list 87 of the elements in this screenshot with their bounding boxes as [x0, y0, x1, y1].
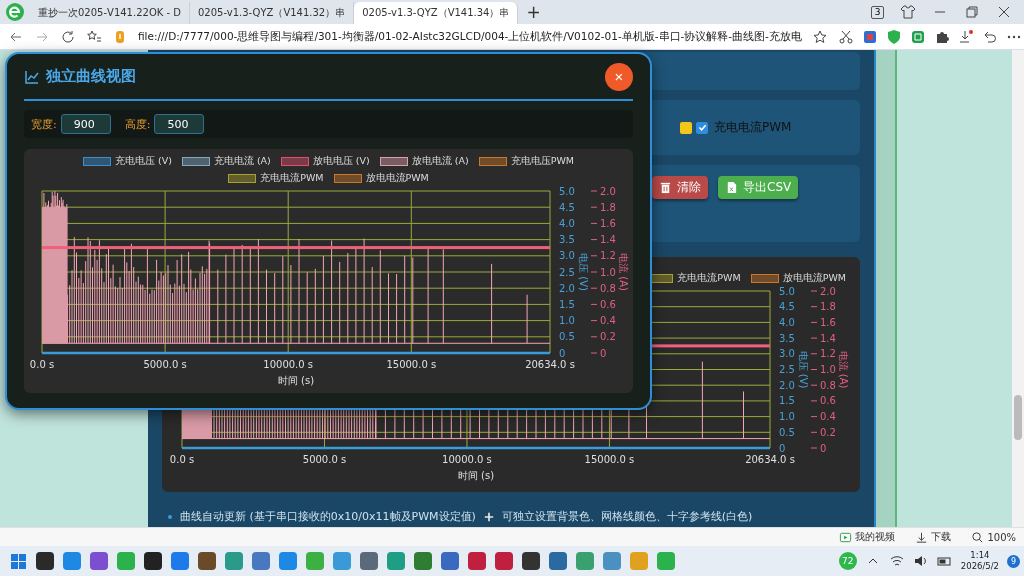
axis-label: 15000.0 s [386, 359, 437, 370]
axis-label: 10000.0 s [442, 454, 492, 465]
status-item[interactable]: 我的视频 [855, 530, 896, 544]
legend-label[interactable]: 放电电压 (V) [312, 155, 370, 168]
axis-label: 0.2 [820, 426, 836, 438]
axis-label: 3.5 [779, 332, 795, 344]
axis-title: 电压 (V) [578, 253, 589, 291]
note-text: 曲线自动更新 (基于串口接收的0x10/0x11帧及PWM设定值) [180, 509, 476, 524]
axis-label: 0.8 [600, 282, 616, 294]
axis-label: 1.6 [600, 217, 616, 229]
status-item[interactable]: 下载 [931, 530, 952, 544]
axis-label: 2.5 [779, 364, 795, 375]
axis-label: 5.0 [559, 185, 575, 197]
axis-label: 0 [600, 347, 607, 359]
clock-date[interactable]: 2026/5/2 [960, 561, 999, 572]
legend-label[interactable]: 充电电流PWM [677, 271, 741, 285]
axis-label: 1.5 [559, 298, 575, 310]
height-label: 高度: [124, 116, 151, 132]
dialog-title: 独立曲线视图 [46, 67, 136, 86]
axis-title: 电流 (A) [838, 350, 849, 389]
clock-time[interactable]: 1:14 [970, 550, 990, 561]
axis-label: 1.0 [779, 411, 795, 423]
status-item[interactable]: 100% [987, 531, 1016, 543]
axis-label: 1.4 [820, 332, 836, 344]
axis-label: 4.0 [779, 316, 795, 328]
axis-label: 5.0 [779, 285, 795, 297]
axis-label: 20634.0 s [745, 454, 795, 465]
legend-label[interactable]: 放电电流PWM [365, 172, 429, 185]
axis-label: 1.8 [820, 301, 836, 313]
axis-label: 1.5 [779, 395, 795, 407]
axis-label: 0.8 [820, 379, 836, 391]
legend-label[interactable]: 充电电流 (A) [213, 155, 271, 168]
axis-label: 20634.0 s [525, 359, 575, 370]
axis-label: 10000.0 s [263, 359, 314, 370]
axis-label: 0.5 [559, 331, 575, 343]
axis-label: 1.6 [820, 316, 836, 328]
axis-label: 0.6 [600, 298, 616, 310]
new-tab-button[interactable]: + [526, 2, 541, 22]
axis-title: 电流 (A) [618, 253, 629, 291]
address-field[interactable]: file:///D:/7777/000-思维导图与编程/301-均衡器/01-02-AIstc32GLCD/004-上位机软件/V0102-01-单机版-串口-协议解释-曲线图-充放电 [138, 29, 802, 44]
axis-label: 0.5 [779, 426, 795, 438]
axis-label: 1.4 [600, 234, 616, 246]
axis-title: 电压 (V) [798, 350, 809, 389]
axis-label: 0.0 s [169, 454, 195, 465]
axis-label: 1.2 [820, 348, 836, 360]
axis-label: 0 [820, 442, 827, 454]
axis-label: 5000.0 s [302, 454, 347, 465]
axis-label: 1.0 [820, 364, 836, 375]
axis-title: 时间 (s) [457, 470, 495, 481]
note-text: 可独立设置背景色、网格线颜色、十字参考线(白色) [501, 509, 753, 524]
axis-label: 4.0 [559, 217, 575, 229]
browser-tab[interactable]: 0205-v1.3-QYZ（V141.34）串 [354, 2, 519, 24]
axis-label: 1.0 [559, 315, 575, 327]
legend-label[interactable]: 放电电流PWM [782, 271, 846, 285]
axis-label: 1.2 [600, 250, 616, 262]
tab-count-button[interactable]: 3 [871, 5, 884, 19]
axis-label: 2.0 [779, 379, 795, 391]
axis-title: 时间 (s) [277, 375, 315, 386]
clear-button[interactable]: 清除 [652, 176, 708, 199]
axis-label: 0.0 s [29, 359, 55, 370]
axis-label: 3.0 [559, 250, 575, 262]
axis-label: 0.6 [820, 395, 836, 407]
width-label: 宽度: [31, 116, 57, 132]
axis-label: 4.5 [779, 301, 795, 313]
axis-label: 4.5 [559, 201, 575, 213]
axis-label: 2.5 [559, 266, 575, 278]
axis-label: 15000.0 s [584, 454, 635, 465]
axis-label: 0 [559, 347, 566, 359]
height-field[interactable]: 500 [154, 114, 205, 134]
axis-label: 2.0 [600, 185, 616, 197]
axis-label: 1.8 [600, 201, 616, 213]
legend-label[interactable]: 放电电流 (A) [411, 155, 469, 168]
axis-label: 0.4 [600, 315, 616, 327]
axis-label: 3.5 [559, 234, 575, 246]
width-field[interactable]: 900 [60, 114, 111, 134]
axis-label: 3.0 [779, 348, 795, 360]
axis-label: 2.0 [820, 285, 836, 297]
legend-label[interactable]: 充电电压 (V) [114, 155, 172, 168]
axis-label: 0 [779, 442, 786, 454]
axis-label: 5000.0 s [143, 359, 187, 370]
axis-label: 0.4 [820, 411, 836, 423]
legend-label[interactable]: 充电电压PWM [510, 155, 575, 168]
legend-label[interactable]: 充电电流PWM [260, 172, 324, 185]
axis-label: 0.2 [600, 331, 616, 343]
axis-label: 1.0 [600, 266, 616, 278]
notification-badge[interactable]: 9 [1007, 554, 1020, 568]
axis-label: 2.0 [559, 282, 575, 294]
